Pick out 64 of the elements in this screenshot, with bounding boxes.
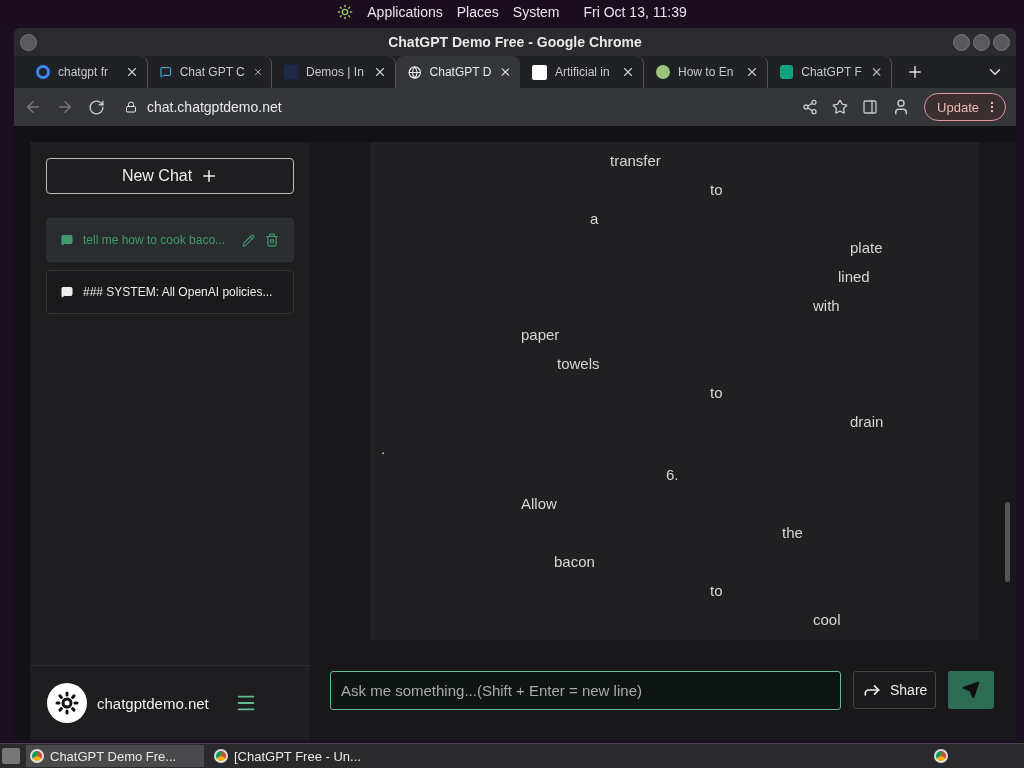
maximize-button[interactable] bbox=[973, 34, 990, 51]
chat-bubble-icon bbox=[61, 234, 73, 246]
brand-name: chatgptdemo.net bbox=[97, 694, 209, 712]
message-word: a bbox=[590, 210, 599, 227]
browser-icon[interactable] bbox=[934, 749, 948, 763]
message-word: cool bbox=[813, 611, 841, 628]
sun-logo-icon bbox=[47, 683, 87, 723]
message-word: plate bbox=[850, 239, 883, 256]
circle-icon bbox=[656, 65, 670, 79]
lock-icon bbox=[125, 101, 137, 113]
message-word: to bbox=[710, 181, 723, 198]
message-word: to bbox=[710, 384, 723, 401]
chat-bubble-icon bbox=[160, 64, 172, 80]
close-tab-icon[interactable] bbox=[373, 65, 387, 79]
message-word: the bbox=[782, 524, 803, 541]
chat-item[interactable]: tell me how to cook baco... bbox=[46, 218, 294, 262]
message-word: bacon bbox=[554, 553, 595, 570]
bookmark-star-icon[interactable] bbox=[832, 99, 849, 115]
message-word: paper bbox=[521, 326, 560, 343]
address-field[interactable]: chat.chatgptdemo.net bbox=[119, 92, 789, 122]
message-word: to bbox=[710, 582, 723, 599]
new-tab-icon[interactable] bbox=[906, 63, 924, 81]
delete-icon[interactable] bbox=[265, 233, 279, 247]
new-chat-button[interactable]: New Chat bbox=[46, 158, 294, 194]
back-icon[interactable] bbox=[24, 98, 42, 116]
window-title: ChatGPT Demo Free - Google Chrome bbox=[388, 34, 642, 50]
chat-bubble-icon bbox=[61, 286, 73, 298]
share-icon[interactable] bbox=[802, 99, 819, 115]
close-tab-icon[interactable] bbox=[745, 65, 759, 79]
close-button[interactable] bbox=[993, 34, 1010, 51]
minimize-button[interactable] bbox=[953, 34, 970, 51]
window-menu-button[interactable] bbox=[20, 34, 37, 51]
forward-icon[interactable] bbox=[56, 98, 74, 116]
square-icon bbox=[284, 65, 298, 79]
share-button[interactable]: Share bbox=[853, 671, 937, 709]
panel-menu[interactable]: Places bbox=[456, 4, 499, 20]
send-icon bbox=[962, 681, 981, 699]
taskbar-item[interactable]: ChatGPT Demo Fre... bbox=[26, 745, 204, 767]
update-button[interactable]: Update bbox=[924, 93, 1006, 121]
send-button[interactable] bbox=[948, 671, 995, 709]
message-word: lined bbox=[838, 268, 870, 285]
close-tab-icon[interactable] bbox=[125, 65, 139, 79]
message-input[interactable]: Ask me something...(Shift + Enter = new line) bbox=[330, 670, 841, 710]
browser-tab[interactable]: ChatGPT D bbox=[396, 56, 520, 88]
edit-icon[interactable] bbox=[242, 233, 255, 247]
close-tab-icon[interactable] bbox=[499, 65, 512, 79]
panel-menu[interactable]: Applications bbox=[367, 4, 443, 20]
message-word: . bbox=[381, 439, 386, 457]
taskbar-item[interactable]: [ChatGPT Free - Un... bbox=[210, 745, 388, 767]
reload-icon[interactable] bbox=[88, 98, 105, 116]
scrollbar-thumb[interactable] bbox=[1005, 502, 1010, 582]
message-word: Allow bbox=[521, 495, 557, 512]
clock: Fri Oct 13, 11:39 bbox=[583, 4, 687, 20]
side-panel-icon[interactable] bbox=[862, 99, 879, 115]
message-word: with bbox=[813, 297, 840, 314]
message-word: 6. bbox=[666, 466, 679, 483]
panel-logo-icon[interactable] bbox=[337, 4, 354, 20]
message-word: drain bbox=[850, 413, 884, 430]
globe-icon bbox=[408, 64, 422, 80]
close-tab-icon[interactable] bbox=[621, 65, 635, 79]
panel-menu[interactable]: System bbox=[512, 4, 560, 20]
message-word: towels bbox=[557, 355, 600, 372]
message-word: transfer bbox=[610, 152, 661, 169]
chat-item[interactable]: ### SYSTEM: All OpenAI policies... bbox=[46, 270, 294, 314]
